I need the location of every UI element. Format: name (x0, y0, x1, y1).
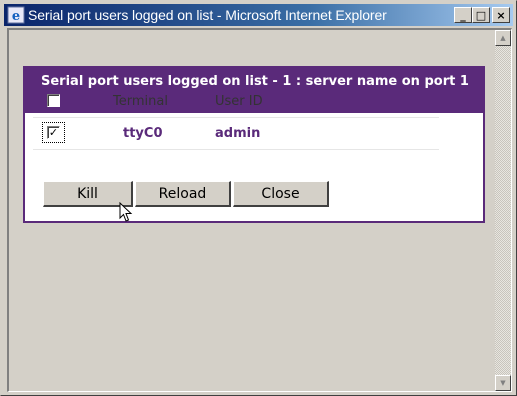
terminal-cell: ttyC0 (123, 126, 163, 141)
users-table: Terminal User ID ✓ ttyC0 admin (33, 86, 439, 150)
select-all-checkbox[interactable] (47, 94, 60, 107)
page-content: ▲ ▼ Serial port users logged on list - 1… (7, 28, 512, 392)
title-bar[interactable]: e Serial port users logged on list - Mic… (4, 4, 513, 26)
table-header-row: Terminal User ID (33, 86, 439, 118)
minimize-icon: _ (460, 8, 466, 22)
row-checkbox[interactable]: ✓ (47, 126, 60, 139)
window-title: Serial port users logged on list - Micro… (28, 7, 387, 23)
scroll-down-icon: ▼ (500, 379, 506, 387)
table-row: ✓ ttyC0 admin (33, 118, 439, 150)
user-id-cell: admin (215, 126, 261, 141)
svg-text:e: e (12, 9, 20, 24)
scroll-up-button[interactable]: ▲ (495, 30, 511, 46)
close-window-button[interactable]: × (492, 7, 510, 23)
user-id-column-header: User ID (215, 94, 263, 109)
maximize-button[interactable]: □ (472, 7, 490, 23)
terminal-column-header: Terminal (113, 94, 168, 109)
scroll-down-button[interactable]: ▼ (495, 375, 511, 391)
maximize-icon: □ (475, 8, 487, 22)
scroll-up-icon: ▲ (500, 34, 506, 42)
reload-button[interactable]: Reload (135, 181, 231, 207)
close-icon: × (496, 8, 506, 22)
close-button[interactable]: Close (233, 181, 329, 207)
minimize-button[interactable]: _ (454, 7, 472, 23)
mouse-pointer-icon (119, 202, 133, 222)
ie-icon: e (7, 6, 25, 24)
vertical-scrollbar[interactable]: ▲ ▼ (495, 30, 511, 391)
browser-window: e Serial port users logged on list - Mic… (0, 0, 517, 396)
